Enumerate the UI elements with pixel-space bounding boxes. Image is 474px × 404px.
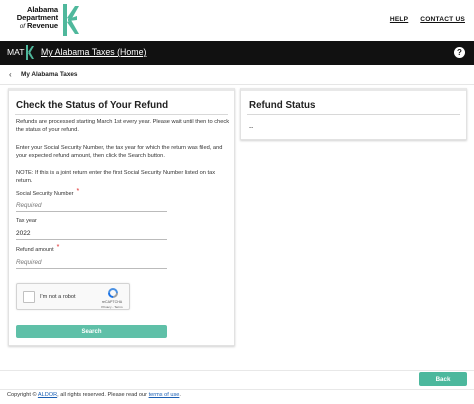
divider [247, 114, 460, 115]
chevron-left-icon[interactable]: ‹ [9, 70, 12, 79]
refund-amount-input[interactable] [16, 257, 167, 269]
breadcrumb: ‹ My Alabama Taxes [0, 65, 474, 85]
divider [15, 114, 228, 115]
required-marker: * [76, 188, 80, 195]
header-links: HELP CONTACT US [390, 16, 465, 23]
instructions-text: Enter your Social Security Number, the t… [16, 145, 223, 160]
refund-status-title: Refund Status [249, 100, 316, 111]
intro-text: Refunds are processed starting March 1st… [16, 119, 230, 134]
search-button[interactable]: Search [16, 325, 167, 338]
logo-mark-icon [63, 4, 79, 36]
recaptcha-checkbox[interactable] [23, 291, 35, 303]
refund-check-panel: Check the Status of Your Refund Refunds … [8, 88, 235, 346]
home-link[interactable]: My Alabama Taxes (Home) [41, 47, 146, 57]
panel-title: Check the Status of Your Refund [16, 100, 169, 111]
recaptcha-brand: reCAPTCHA [101, 300, 123, 304]
required-marker: * [56, 244, 60, 251]
site-header: Alabama Department of Revenue HELP CONTA… [0, 0, 474, 41]
recaptcha-terms[interactable]: Privacy - Terms [99, 305, 125, 309]
note-text: NOTE: If this is a joint return enter th… [16, 170, 216, 185]
refund-status-value: -- [249, 124, 254, 131]
app-navbar: MAT My Alabama Taxes (Home) ? [0, 41, 474, 65]
aldor-link[interactable]: ALDOR [38, 392, 57, 398]
footer-copyright: Copyright © ALDOR, all rights reserved. … [7, 392, 181, 398]
tax-year-label: Tax year [16, 218, 37, 224]
back-button[interactable]: Back [419, 372, 467, 386]
recaptcha-widget: I'm not a robot reCAPTCHA Privacy - Term… [16, 283, 130, 310]
divider [0, 370, 474, 371]
terms-of-use-link[interactable]: terms of use [149, 392, 180, 398]
mat-label: MAT [7, 47, 25, 57]
tax-year-input[interactable] [16, 228, 167, 240]
help-question-icon[interactable]: ? [454, 47, 465, 58]
ssn-input[interactable] [16, 200, 167, 212]
ssn-label: Social Security Number * [16, 188, 80, 197]
breadcrumb-my-alabama-taxes[interactable]: My Alabama Taxes [21, 71, 77, 78]
help-link[interactable]: HELP [390, 16, 408, 23]
alabama-dor-logo[interactable]: Alabama Department of Revenue [6, 4, 79, 38]
recaptcha-label: I'm not a robot [40, 294, 76, 300]
refund-amount-label: Refund amount * [16, 244, 60, 253]
recaptcha-logo-icon [108, 288, 118, 298]
divider [0, 389, 474, 390]
contact-us-link[interactable]: CONTACT US [420, 16, 465, 23]
mat-logo-icon [26, 45, 34, 60]
refund-status-panel: Refund Status -- [240, 88, 467, 140]
logo-text: Alabama Department of Revenue [16, 5, 58, 31]
